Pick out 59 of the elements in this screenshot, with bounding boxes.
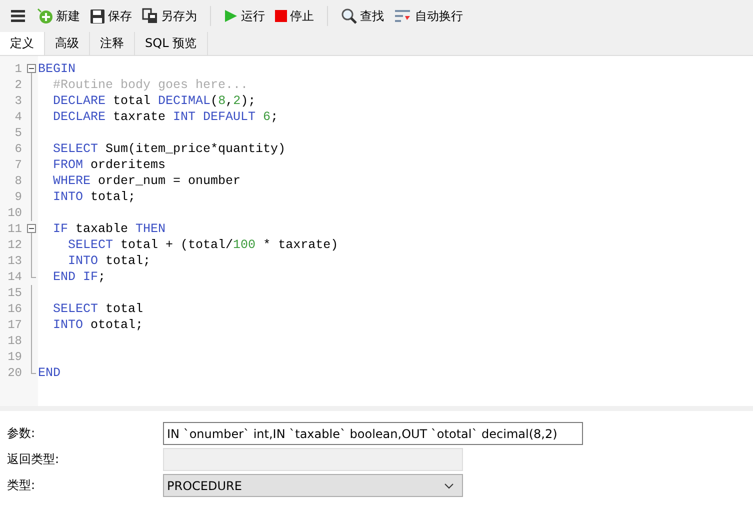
code-line: INTO total;: [52, 190, 136, 204]
find-button[interactable]: 查找: [336, 3, 389, 29]
parameters-field[interactable]: IN `onumber` int,IN `taxable` boolean,OUT `ototal` decimal(8,2): [163, 422, 583, 445]
code-line: IF taxable THEN: [52, 222, 166, 236]
plus-icon: [37, 8, 53, 24]
line-number: 13: [6, 254, 22, 268]
field-label: 参数:: [6, 425, 36, 442]
field-label: 返回类型:: [6, 451, 60, 468]
stop-button[interactable]: 停止: [270, 3, 319, 29]
code-line: SELECT total + (total/100 * taxrate): [67, 238, 338, 252]
field-label: 类型:: [6, 477, 36, 494]
line-number: 11: [6, 222, 22, 236]
code-line: #Routine body goes here...: [52, 78, 248, 92]
line-number: 8: [14, 174, 22, 188]
line-number: 2: [14, 78, 22, 92]
code-line: BEGIN: [38, 62, 76, 76]
wrap-button[interactable]: 自动换行: [389, 3, 468, 29]
code-line: END IF;: [52, 270, 106, 284]
line-number: 16: [6, 302, 22, 316]
save-button[interactable]: 保存: [85, 3, 137, 29]
line-number: 18: [6, 334, 22, 348]
fold-icon[interactable]: [27, 61, 36, 77]
line-number: 5: [14, 126, 22, 140]
code-line: SELECT Sum(item_price*quantity): [52, 142, 286, 156]
type-dropdown[interactable]: PROCEDURE: [163, 474, 463, 497]
line-number: 3: [14, 94, 22, 108]
new-button[interactable]: 新建: [32, 3, 85, 29]
code-line: SELECT total: [52, 302, 144, 316]
code-line: DECLARE total DECIMAL(8,2);: [52, 94, 256, 108]
line-number: 4: [14, 110, 22, 124]
line-number: 6: [14, 142, 22, 156]
fold-icon[interactable]: [27, 221, 36, 237]
play-icon: [224, 9, 238, 23]
line-number: 7: [14, 158, 22, 172]
code-line: INTO total;: [67, 254, 151, 268]
line-number: 19: [6, 350, 22, 364]
code-line: FROM orderitems: [52, 158, 166, 172]
run-button[interactable]: 运行: [219, 3, 270, 29]
search-icon: [341, 8, 357, 24]
tab[interactable]: 定义: [0, 32, 45, 55]
line-number: 14: [6, 270, 22, 284]
line-number: 17: [6, 318, 22, 332]
copy-icon: [142, 8, 158, 24]
line-number: 1: [14, 62, 22, 76]
stop-icon: [275, 10, 287, 22]
chevron-down-icon: [444, 482, 454, 488]
code-line: WHERE order_num = onumber: [52, 174, 241, 188]
wrap-icon: [394, 8, 412, 24]
code-line: DECLARE taxrate INT DEFAULT 6;: [52, 110, 278, 124]
floppy-icon: [90, 8, 105, 24]
code-line: INTO ototal;: [52, 318, 144, 332]
line-number: 20: [6, 366, 22, 380]
line-number: 15: [6, 286, 22, 300]
line-number: 9: [14, 190, 22, 204]
line-number: 12: [6, 238, 22, 252]
menu-icon: [11, 10, 25, 22]
code-line: END: [38, 366, 61, 380]
line-number: 10: [6, 206, 22, 220]
saveas-button[interactable]: 另存为: [137, 3, 202, 29]
